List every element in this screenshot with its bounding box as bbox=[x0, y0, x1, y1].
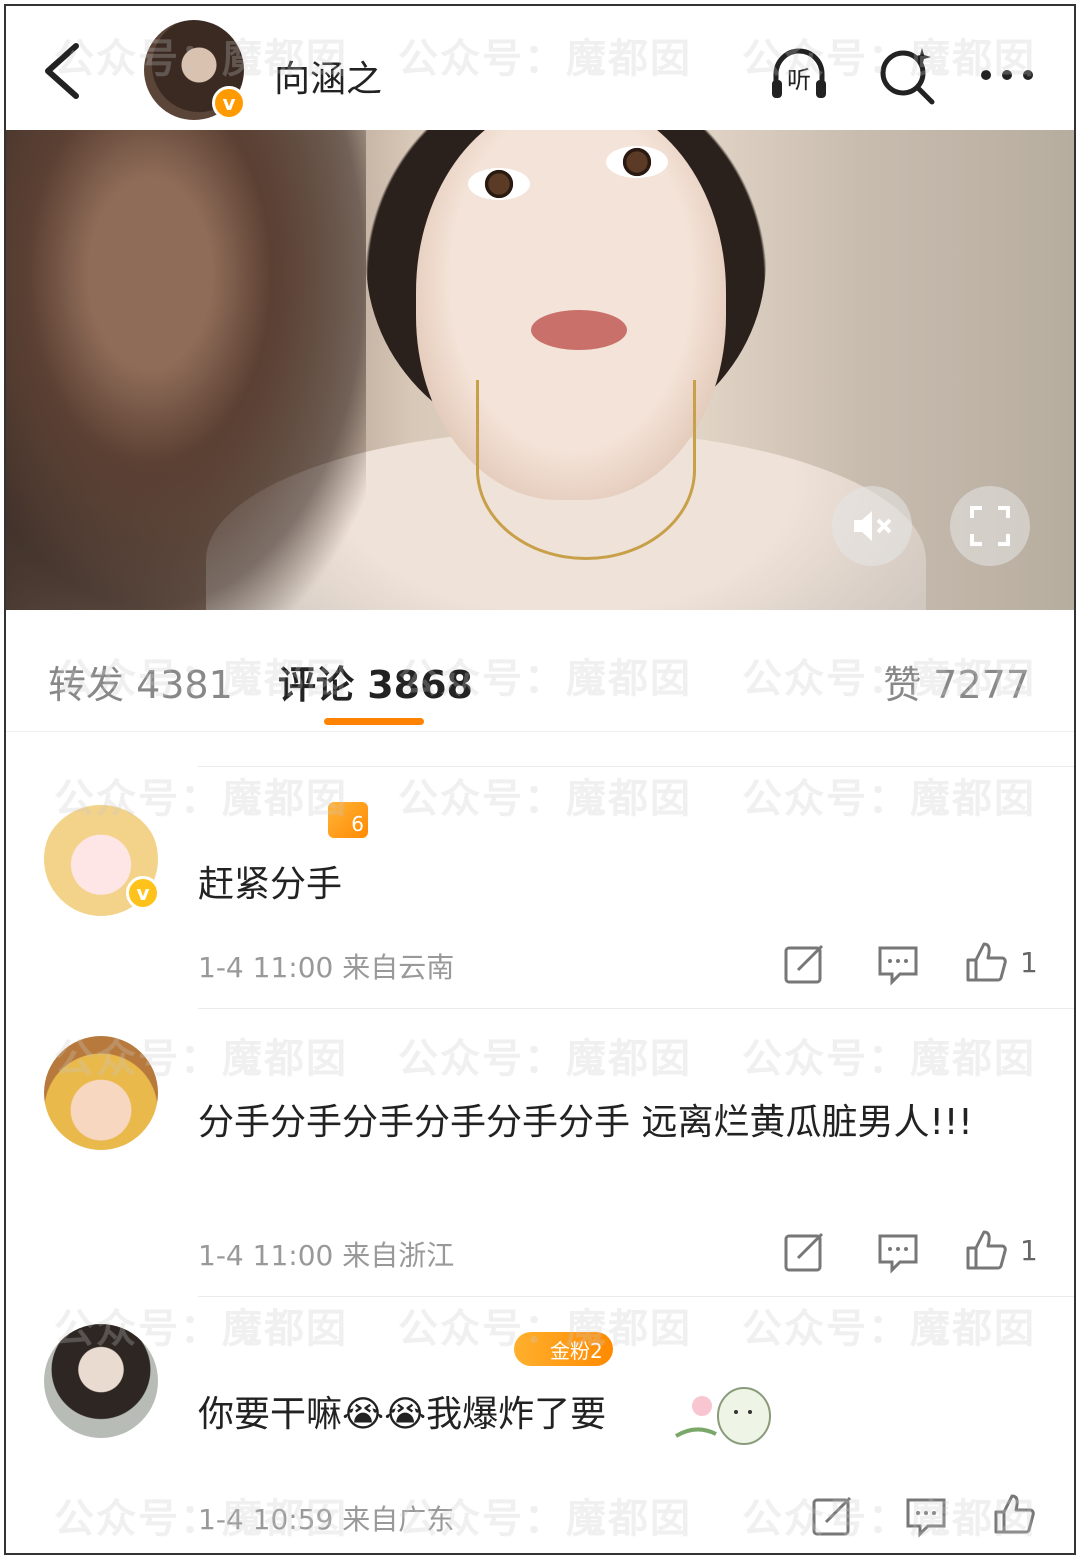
listen-headphone-icon[interactable]: 听 bbox=[768, 44, 830, 106]
app-frame: v 向涵之 听 转发 4381 评论 3868 赞 7277 v 6 赶紧分手 … bbox=[4, 4, 1076, 1555]
fan-badge: 金粉2 bbox=[514, 1332, 613, 1366]
reply-icon[interactable] bbox=[876, 942, 920, 986]
reply-icon[interactable] bbox=[904, 1494, 948, 1538]
back-chevron-icon[interactable] bbox=[36, 40, 88, 102]
comment-item: 金粉2 你要干嘛😭😭我爆炸了要 1-4 10:59 来自广东 bbox=[6, 1302, 1074, 1553]
top-bar: v 向涵之 听 bbox=[6, 6, 1074, 130]
video-player[interactable] bbox=[6, 130, 1074, 610]
repost-icon[interactable] bbox=[782, 1230, 826, 1274]
search-sparkle-icon[interactable] bbox=[876, 44, 938, 106]
like-icon[interactable] bbox=[964, 1228, 1008, 1272]
commenter-avatar[interactable] bbox=[44, 1036, 158, 1150]
comment-meta: 1-4 11:00 来自云南 bbox=[198, 951, 455, 984]
comment-meta: 1-4 11:00 来自浙江 bbox=[198, 1239, 455, 1272]
engagement-tabs: 转发 4381 评论 3868 赞 7277 bbox=[6, 612, 1074, 732]
mute-icon bbox=[854, 511, 892, 541]
comment-text: 分手分手分手分手分手分手 远离烂黄瓜脏男人!!! bbox=[198, 1102, 973, 1143]
mute-button[interactable] bbox=[832, 486, 912, 566]
tab-comments[interactable]: 评论 3868 bbox=[278, 654, 473, 709]
like-icon[interactable] bbox=[964, 940, 1008, 984]
necklace bbox=[476, 380, 696, 560]
fullscreen-button[interactable] bbox=[950, 486, 1030, 566]
more-dots-icon[interactable] bbox=[976, 44, 1038, 106]
fullscreen-icon bbox=[970, 506, 1010, 546]
repost-icon[interactable] bbox=[782, 942, 826, 986]
verified-badge-icon: v bbox=[212, 86, 246, 120]
comment-text: 赶紧分手 bbox=[198, 864, 343, 905]
verified-badge-icon: v bbox=[126, 876, 160, 910]
like-icon[interactable] bbox=[992, 1492, 1036, 1536]
reply-icon[interactable] bbox=[876, 1230, 920, 1274]
commenter-avatar[interactable] bbox=[44, 1324, 158, 1438]
comment-meta: 1-4 10:59 来自广东 bbox=[198, 1503, 455, 1536]
listen-label: 听 bbox=[787, 66, 811, 94]
repost-icon[interactable] bbox=[810, 1494, 854, 1538]
tab-likes[interactable]: 赞 7277 bbox=[883, 654, 1030, 709]
blurred-hand bbox=[6, 130, 366, 610]
author-name[interactable]: 向涵之 bbox=[274, 50, 382, 102]
sticker-icon bbox=[674, 1387, 771, 1445]
like-count: 1 bbox=[1020, 946, 1038, 979]
active-tab-indicator bbox=[324, 718, 424, 725]
comment-item: v 6 赶紧分手 1-4 11:00 来自云南 1 bbox=[6, 772, 1074, 1012]
tab-repost[interactable]: 转发 4381 bbox=[48, 654, 233, 709]
comment-item: 分手分手分手分手分手分手 远离烂黄瓜脏男人!!! 1-4 11:00 来自浙江 … bbox=[6, 1014, 1074, 1296]
like-count: 1 bbox=[1020, 1234, 1038, 1267]
level-badge-icon: 6 bbox=[328, 802, 368, 838]
